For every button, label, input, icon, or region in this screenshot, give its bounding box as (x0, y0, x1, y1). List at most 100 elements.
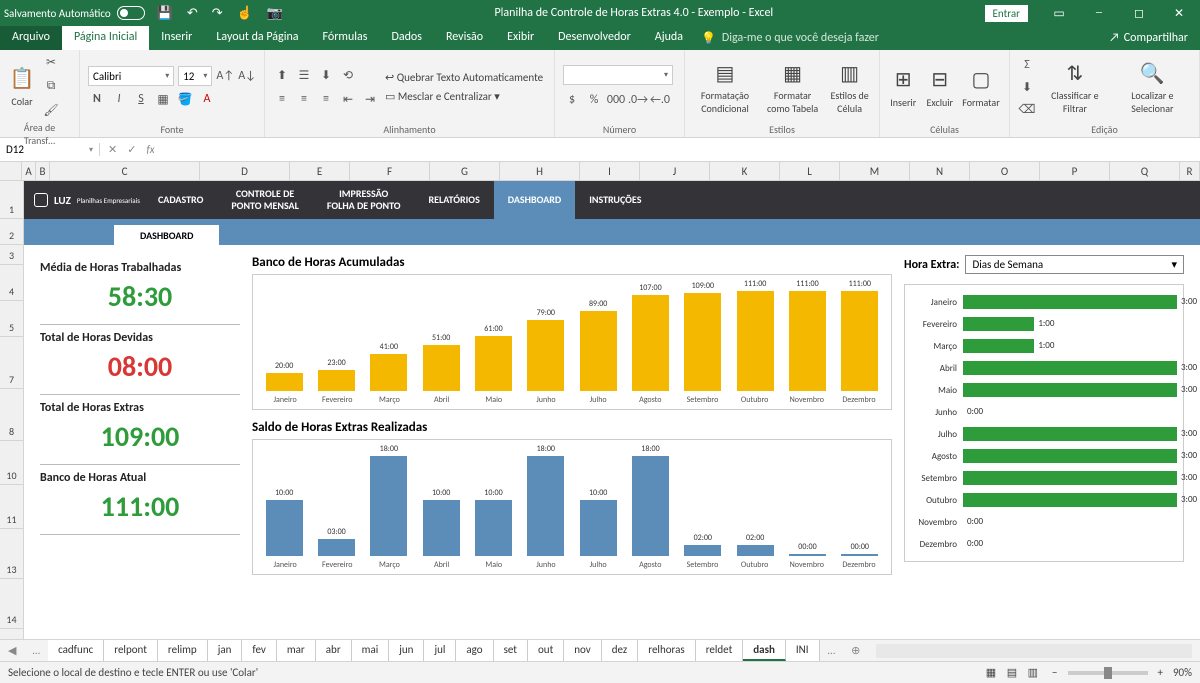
dashboard-subtab[interactable]: DASHBOARD (114, 225, 219, 246)
nav-impressão[interactable]: IMPRESSÃO FOLHA DE PONTO (313, 181, 415, 219)
underline-button[interactable]: S (132, 90, 150, 108)
delete-cells-button[interactable]: ⊟Excluir (926, 66, 954, 109)
minimize-icon[interactable]: ─ (1082, 6, 1116, 20)
col-header-N[interactable]: N (910, 162, 970, 180)
sheet-overflow-icon[interactable]: … (820, 644, 844, 657)
border-icon[interactable]: ▦ (154, 90, 172, 108)
touch-icon[interactable]: ☝ (237, 6, 253, 21)
col-header-K[interactable]: K (710, 162, 780, 180)
wrap-text-button[interactable]: ↩ Quebrar Texto Automaticamente (385, 71, 543, 84)
align-middle-icon[interactable]: ☰ (295, 66, 313, 84)
fill-color-icon[interactable]: 🪣 (176, 90, 194, 108)
col-header-L[interactable]: L (780, 162, 840, 180)
row-header-10[interactable]: 10 (0, 441, 23, 485)
tab-pagina-inicial[interactable]: Página Inicial (62, 26, 149, 50)
col-header-F[interactable]: F (350, 162, 430, 180)
copy-icon[interactable]: ⧉ (42, 77, 60, 95)
sheet-tab-dash[interactable]: dash (743, 640, 786, 661)
cell-styles-button[interactable]: ▥Estilos de Célula (828, 59, 871, 115)
tab-dados[interactable]: Dados (379, 26, 433, 50)
font-size-select[interactable]: 12▾ (178, 66, 212, 86)
nav-instruções[interactable]: INSTRUÇÕES (575, 181, 655, 219)
sheet-tab-jan[interactable]: jan (208, 640, 243, 661)
sheet-tab-relpont[interactable]: relpont (104, 640, 158, 661)
undo-icon[interactable]: ↶ (187, 6, 198, 21)
sheet-tab-cadfunc[interactable]: cadfunc (48, 640, 104, 661)
col-header-H[interactable]: H (500, 162, 580, 180)
tab-arquivo[interactable]: Arquivo (0, 26, 62, 50)
shrink-font-icon[interactable]: A↓ (238, 67, 256, 85)
zoom-in-icon[interactable]: + (1158, 666, 1163, 679)
font-color-icon[interactable]: A (198, 90, 216, 108)
sheet-tab-jun[interactable]: jun (389, 640, 424, 661)
sort-filter-button[interactable]: ⇅Classificar e Filtrar (1042, 59, 1108, 115)
sheet-tab-mai[interactable]: mai (352, 640, 390, 661)
select-all-corner[interactable] (0, 162, 22, 180)
grid-content[interactable]: LUZ Planilhas Empresariais CADASTROCONTR… (24, 181, 1200, 639)
sheet-tab-reldet[interactable]: reldet (696, 640, 744, 661)
merge-button[interactable]: ▭ Mesclar e Centralizar ▾ (385, 90, 543, 103)
currency-icon[interactable]: $ (563, 91, 581, 109)
percent-icon[interactable]: % (585, 91, 603, 109)
format-cells-button[interactable]: ▢Formatar (962, 66, 999, 109)
col-header-M[interactable]: M (840, 162, 910, 180)
cancel-formula-icon[interactable]: ✕ (108, 143, 117, 156)
align-center-icon[interactable]: ≡ (295, 90, 313, 108)
col-header-E[interactable]: E (290, 162, 350, 180)
align-left-icon[interactable]: ≡ (273, 90, 291, 108)
fill-icon[interactable]: ⬇ (1018, 78, 1036, 96)
col-header-C[interactable]: C (50, 162, 200, 180)
tell-me[interactable]: 💡 Diga-me o que você deseja fazer (701, 26, 879, 50)
find-select-button[interactable]: 🔍Localizar e Selecionar (1114, 59, 1191, 115)
close-icon[interactable]: ✕ (1162, 6, 1196, 21)
col-header-B[interactable]: B (36, 162, 50, 180)
fx-icon[interactable]: fx (146, 143, 154, 156)
col-header-D[interactable]: D (200, 162, 290, 180)
tab-revisao[interactable]: Revisão (434, 26, 495, 50)
hora-extra-select[interactable]: Dias de Semana▾ (965, 255, 1184, 274)
sheet-tab-abr[interactable]: abr (316, 640, 352, 661)
signin-button[interactable]: Entrar (985, 5, 1028, 22)
tab-ajuda[interactable]: Ajuda (643, 26, 695, 50)
row-header-3[interactable]: 3 (0, 245, 23, 265)
sheet-tab-out[interactable]: out (528, 640, 564, 661)
row-header-7[interactable]: 7 (0, 337, 23, 389)
autosum-icon[interactable]: Σ (1018, 56, 1036, 74)
format-painter-icon[interactable]: 🖌 (42, 101, 60, 119)
col-header-J[interactable]: J (640, 162, 710, 180)
col-header-O[interactable]: O (970, 162, 1040, 180)
sheet-tab-nov[interactable]: nov (564, 640, 602, 661)
sheet-tab-relimp[interactable]: relimp (158, 640, 208, 661)
nav-relatórios[interactable]: RELATÓRIOS (415, 181, 494, 219)
comma-icon[interactable]: 000 (607, 91, 625, 109)
row-header-2[interactable]: 2 (0, 219, 23, 245)
col-header-A[interactable]: A (22, 162, 36, 180)
row-header-14[interactable]: 14 (0, 579, 23, 629)
zoom-level[interactable]: 90% (1173, 666, 1192, 679)
format-table-button[interactable]: ▦Formatar como Tabela (763, 59, 822, 115)
bold-button[interactable]: N (88, 90, 106, 108)
row-header-11[interactable]: 11 (0, 485, 23, 529)
sheet-tab-fev[interactable]: fev (242, 640, 276, 661)
col-header-Q[interactable]: Q (1110, 162, 1180, 180)
zoom-out-icon[interactable]: − (1052, 666, 1057, 679)
cut-icon[interactable]: ✂ (42, 53, 60, 71)
camera-icon[interactable]: 📷 (267, 6, 283, 21)
nav-controle de[interactable]: CONTROLE DE PONTO MENSAL (217, 181, 312, 219)
tab-desenvolvedor[interactable]: Desenvolvedor (546, 26, 643, 50)
col-header-G[interactable]: G (430, 162, 500, 180)
ribbon-options-icon[interactable]: ▭ (1042, 6, 1076, 21)
horizontal-scrollbar[interactable] (876, 644, 1192, 658)
col-header-I[interactable]: I (580, 162, 640, 180)
dec-decimal-icon[interactable]: ←.0 (651, 91, 669, 109)
sheet-nav-prev-icon[interactable]: ◀ (0, 644, 24, 657)
font-name-select[interactable]: Calibri▾ (88, 66, 174, 86)
insert-cells-button[interactable]: ⊞Inserir (889, 66, 917, 109)
maximize-icon[interactable]: ◻ (1122, 6, 1156, 21)
clear-icon[interactable]: ⌫ (1018, 100, 1036, 118)
autosave[interactable]: Salvamento Automático (4, 6, 145, 20)
sheet-tab-INI[interactable]: INI (786, 640, 820, 661)
sheet-tab-ago[interactable]: ago (456, 640, 493, 661)
sheet-tab-dez[interactable]: dez (602, 640, 639, 661)
new-sheet-icon[interactable]: ⊕ (843, 644, 868, 657)
